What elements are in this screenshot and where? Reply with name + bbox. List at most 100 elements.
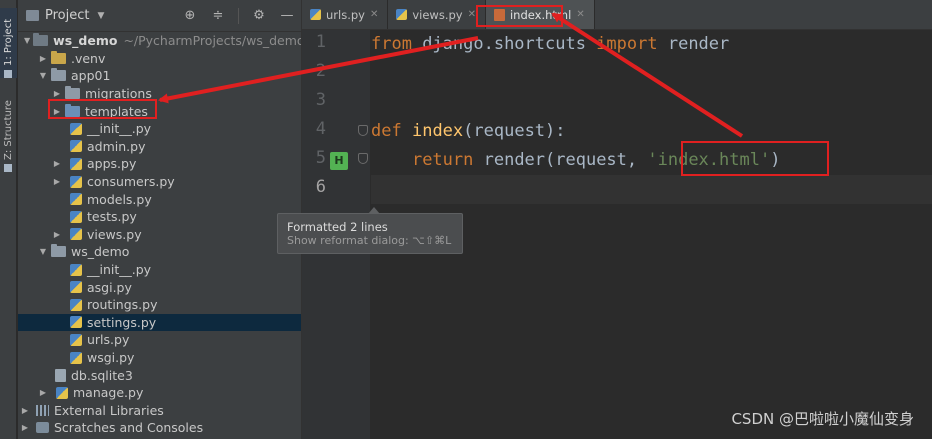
tree-item-consumers[interactable]: ▶ consumers.py — [18, 173, 301, 191]
tree-item-admin[interactable]: admin.py — [18, 138, 301, 156]
tab-label: views.py — [412, 7, 463, 22]
function-name: index — [411, 121, 464, 141]
tab-views-py[interactable]: views.py ✕ — [388, 0, 486, 29]
close-icon[interactable]: ✕ — [370, 9, 378, 20]
python-file-icon — [70, 193, 82, 206]
tree-item-label: __init__.py — [87, 262, 152, 278]
python-file-icon — [70, 263, 82, 276]
close-icon[interactable]: ✕ — [468, 9, 476, 20]
tree-item-routings[interactable]: routings.py — [18, 296, 301, 314]
python-file-icon — [70, 298, 82, 311]
tree-item-label: consumers.py — [87, 174, 175, 190]
project-view-selector[interactable]: Project — [45, 8, 89, 23]
tree-item-wsgi[interactable]: wsgi.py — [18, 349, 301, 367]
folder-icon — [51, 68, 66, 82]
tree-item-db-sqlite3[interactable]: db.sqlite3 — [18, 366, 301, 384]
chevron-right-icon[interactable]: ▶ — [20, 406, 30, 415]
tree-item-ws-demo-init[interactable]: __init__.py — [18, 261, 301, 279]
keyword: def — [371, 121, 402, 141]
chevron-right-icon[interactable]: ▶ — [38, 388, 48, 397]
function-args: (request): — [463, 121, 566, 141]
python-file-icon — [310, 9, 321, 20]
tree-item-models[interactable]: models.py — [18, 190, 301, 208]
python-file-icon — [70, 175, 82, 188]
project-panel: Project ▼ ⊕ ≑ ⚙ — ▼ ws_demo ~/PycharmPro… — [18, 0, 305, 439]
tree-item-label: settings.py — [87, 314, 157, 330]
tree-item-label: admin.py — [87, 138, 146, 154]
chevron-right-icon[interactable]: ▶ — [20, 423, 30, 432]
tree-item-scratches[interactable]: ▶ Scratches and Consoles — [18, 419, 301, 437]
module-name: django.shortcuts — [411, 34, 597, 54]
tree-item-ws-demo-root[interactable]: ▼ ws_demo ~/PycharmProjects/ws_demo — [18, 32, 305, 50]
watermark: CSDN @巴啦啦小魔仙变身 — [731, 410, 914, 428]
tree-item-asgi[interactable]: asgi.py — [18, 278, 301, 296]
structure-tool-label: Z: Structure — [3, 100, 14, 160]
editor-tab-bar: urls.py ✕ views.py ✕ index.html ✕ — [302, 0, 932, 30]
tree-item-ws-demo-package[interactable]: ▼ ws_demo — [18, 243, 301, 261]
project-tool-icon — [4, 70, 13, 78]
project-folder-icon — [26, 10, 39, 21]
python-file-icon — [70, 210, 82, 223]
folder-icon — [33, 33, 49, 47]
tree-item-urls[interactable]: urls.py — [18, 331, 301, 349]
minimize-icon[interactable]: — — [279, 7, 295, 25]
tree-item-label: views.py — [87, 226, 142, 242]
collapse-all-icon[interactable]: ≑ — [210, 7, 226, 25]
notification-title: Formatted 2 lines — [287, 220, 388, 234]
toolbar-divider — [238, 8, 239, 24]
notification-hint[interactable]: Show reformat dialog: ⌥⇧⌘L — [287, 234, 462, 248]
tree-item-label: routings.py — [87, 297, 158, 313]
python-file-icon — [70, 351, 82, 364]
tree-item-tests[interactable]: tests.py — [18, 208, 301, 226]
gear-icon[interactable]: ⚙ — [251, 7, 267, 25]
chevron-down-icon[interactable]: ▼ — [38, 247, 48, 256]
tab-urls-py[interactable]: urls.py ✕ — [302, 0, 389, 29]
chevron-right-icon[interactable]: ▶ — [38, 54, 48, 63]
code-line-1: from django.shortcuts import render — [371, 30, 932, 59]
tree-item-apps[interactable]: ▶ apps.py — [18, 155, 301, 173]
identifier: render — [657, 34, 730, 54]
chevron-down-icon[interactable]: ▼ — [24, 36, 30, 45]
run-gutter-icon[interactable]: H — [330, 152, 348, 170]
folder-icon — [51, 244, 66, 258]
tree-item-label: tests.py — [87, 209, 137, 225]
database-file-icon — [55, 368, 66, 382]
tab-label: urls.py — [326, 7, 365, 22]
chevron-down-icon[interactable]: ▼ — [38, 71, 48, 80]
keyword: import — [596, 34, 658, 54]
tree-item-label: app01 — [71, 68, 111, 84]
project-tool-tab[interactable]: 1: Project — [0, 8, 17, 78]
tree-item-venv[interactable]: ▶ .venv — [18, 50, 301, 68]
project-tool-label: 1: Project — [3, 18, 14, 66]
tree-item-settings[interactable]: settings.py — [18, 313, 301, 332]
structure-tool-tab[interactable]: Z: Structure — [0, 92, 17, 172]
python-file-icon — [70, 333, 82, 346]
tool-window-strip: 1: Project Z: Structure — [0, 0, 17, 439]
tree-item-label: Scratches and Consoles — [54, 420, 204, 436]
keyword: return — [411, 150, 474, 170]
tree-item-label: apps.py — [87, 156, 137, 172]
chevron-right-icon[interactable]: ▶ — [52, 159, 62, 168]
close-icon[interactable]: ✕ — [576, 9, 584, 20]
python-file-icon — [70, 281, 82, 294]
python-file-icon — [70, 316, 82, 329]
python-file-icon — [56, 386, 68, 399]
chevron-right-icon[interactable]: ▶ — [52, 177, 62, 186]
python-file-icon — [70, 122, 82, 135]
tree-item-path: ~/PycharmProjects/ws_demo — [123, 33, 305, 49]
chevron-down-icon[interactable]: ▼ — [97, 11, 104, 21]
index-tab-highlight-box — [476, 5, 563, 27]
chevron-right-icon[interactable]: ▶ — [52, 89, 62, 98]
chevron-right-icon[interactable]: ▶ — [52, 230, 62, 239]
fold-marker-icon[interactable] — [358, 125, 368, 136]
tree-item-label: __init__.py — [87, 121, 152, 137]
tree-item-manage[interactable]: ▶ manage.py — [18, 384, 301, 402]
tree-item-external-libraries[interactable]: ▶ External Libraries — [18, 402, 301, 420]
locate-file-icon[interactable]: ⊕ — [182, 7, 198, 25]
python-file-icon — [70, 140, 82, 153]
tree-item-views[interactable]: ▶ views.py — [18, 226, 301, 244]
fold-marker-icon[interactable] — [358, 153, 368, 164]
tree-item-app01[interactable]: ▼ app01 — [18, 67, 301, 85]
python-file-icon — [70, 228, 82, 241]
tree-item-app01-init[interactable]: __init__.py — [18, 120, 301, 138]
